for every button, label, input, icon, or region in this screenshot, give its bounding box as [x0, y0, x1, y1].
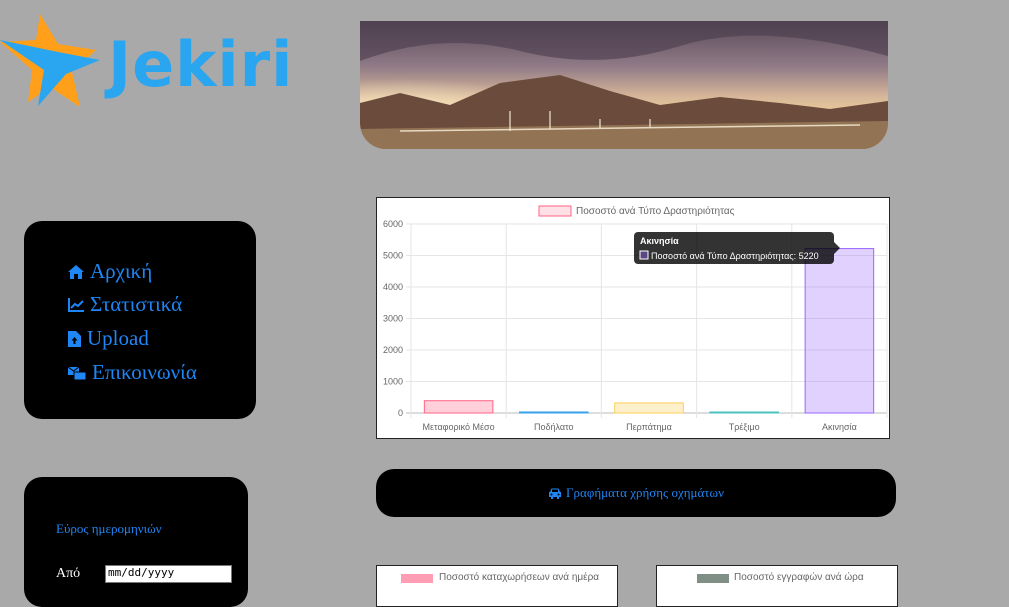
legend-label[interactable]: Ποσοστό εγγραφών ανά ώρα	[734, 572, 864, 583]
y-tick-label: 3000	[383, 314, 403, 324]
legend-swatch	[401, 574, 433, 583]
from-date-input[interactable]: mm/dd/yyyy	[105, 565, 232, 583]
star-logo-icon	[0, 14, 100, 107]
x-tick-label: Τρέξιμο	[729, 422, 760, 432]
legend-label: Ποσοστό ανά Τύπο Δραστηριότητας	[576, 205, 735, 217]
y-tick-label: 5000	[383, 251, 403, 261]
y-tick-label: 4000	[383, 282, 403, 292]
logo-text: Jekiri	[108, 28, 294, 101]
car-icon	[549, 488, 562, 499]
y-tick-label: 0	[398, 408, 403, 418]
bar[interactable]	[614, 402, 684, 414]
home-icon	[68, 264, 84, 279]
vehicle-charts-button[interactable]: Γραφήματα χρήσης οχημάτων	[376, 469, 896, 517]
nav-item-label: Αρχική	[90, 259, 153, 283]
site-logo[interactable]: Jekiri	[0, 12, 320, 112]
nav-item-contact[interactable]: Επικοινωνία	[68, 360, 197, 385]
records-per-hour-chart: Ποσοστό εγγραφών ανά ώρα	[656, 565, 898, 607]
bar[interactable]	[804, 248, 875, 414]
activity-type-chart: 6000 5000 4000 3000 2000 1000 0 Μεταφορικό Μέσ…	[376, 197, 890, 439]
legend-label[interactable]: Ποσοστό καταχωρήσεων ανά ημέρα	[439, 572, 599, 583]
bar[interactable]	[519, 411, 589, 414]
contact-icon	[68, 366, 86, 380]
chart-line-icon	[68, 297, 84, 312]
date-range-title: Εύρος ημερομηνιών	[56, 521, 162, 536]
bar[interactable]	[423, 400, 494, 414]
legend-swatch	[538, 205, 572, 217]
from-label: Από	[56, 566, 81, 581]
x-tick-label: Ακινησία	[822, 422, 857, 432]
nav-item-label: Επικοινωνία	[92, 360, 197, 384]
nav-item-upload[interactable]: Upload	[68, 326, 149, 351]
chart-legend[interactable]: Ποσοστό ανά Τύπο Δραστηριότητας	[538, 205, 735, 217]
nav-item-label: Upload	[87, 326, 149, 350]
x-tick-label: Περπάτημα	[626, 422, 672, 432]
y-tick-label: 1000	[383, 377, 403, 387]
entries-per-day-chart: Ποσοστό καταχωρήσεων ανά ημέρα	[376, 565, 618, 607]
x-tick-label: Ποδήλατο	[534, 422, 574, 432]
logo-wordmark: Jekiri	[108, 34, 293, 96]
vehicle-charts-label: Γραφήματα χρήσης οχημάτων	[566, 485, 724, 500]
header-banner-image	[360, 21, 888, 149]
y-tick-label: 2000	[383, 345, 403, 355]
nav-item-statistics[interactable]: Στατιστικά	[68, 292, 182, 317]
tooltip-title: Ακινησία	[640, 236, 679, 246]
bar[interactable]	[709, 411, 779, 414]
tooltip-text: Ποσοστό ανά Τύπο Δραστηριότητας: 5220	[651, 251, 819, 261]
legend-swatch	[697, 574, 729, 583]
y-tick-label: 6000	[383, 219, 403, 229]
activity-type-chart-svg: 6000 5000 4000 3000 2000 1000 0 Μεταφορικό Μέσ…	[383, 205, 888, 432]
x-tick-label: Μεταφορικό Μέσο	[423, 422, 495, 432]
main-navigation: Αρχική Στατιστικά Upload Επικοινωνία	[24, 221, 256, 419]
nav-item-home[interactable]: Αρχική	[68, 259, 152, 284]
nav-item-label: Στατιστικά	[90, 292, 183, 316]
chart-tooltip: Ακινησία Ποσοστό ανά Τύπο Δραστηριότητας…	[634, 232, 840, 264]
file-upload-icon	[68, 330, 81, 347]
date-range-panel: Εύρος ημερομηνιών Από mm/dd/yyyy	[24, 477, 248, 607]
